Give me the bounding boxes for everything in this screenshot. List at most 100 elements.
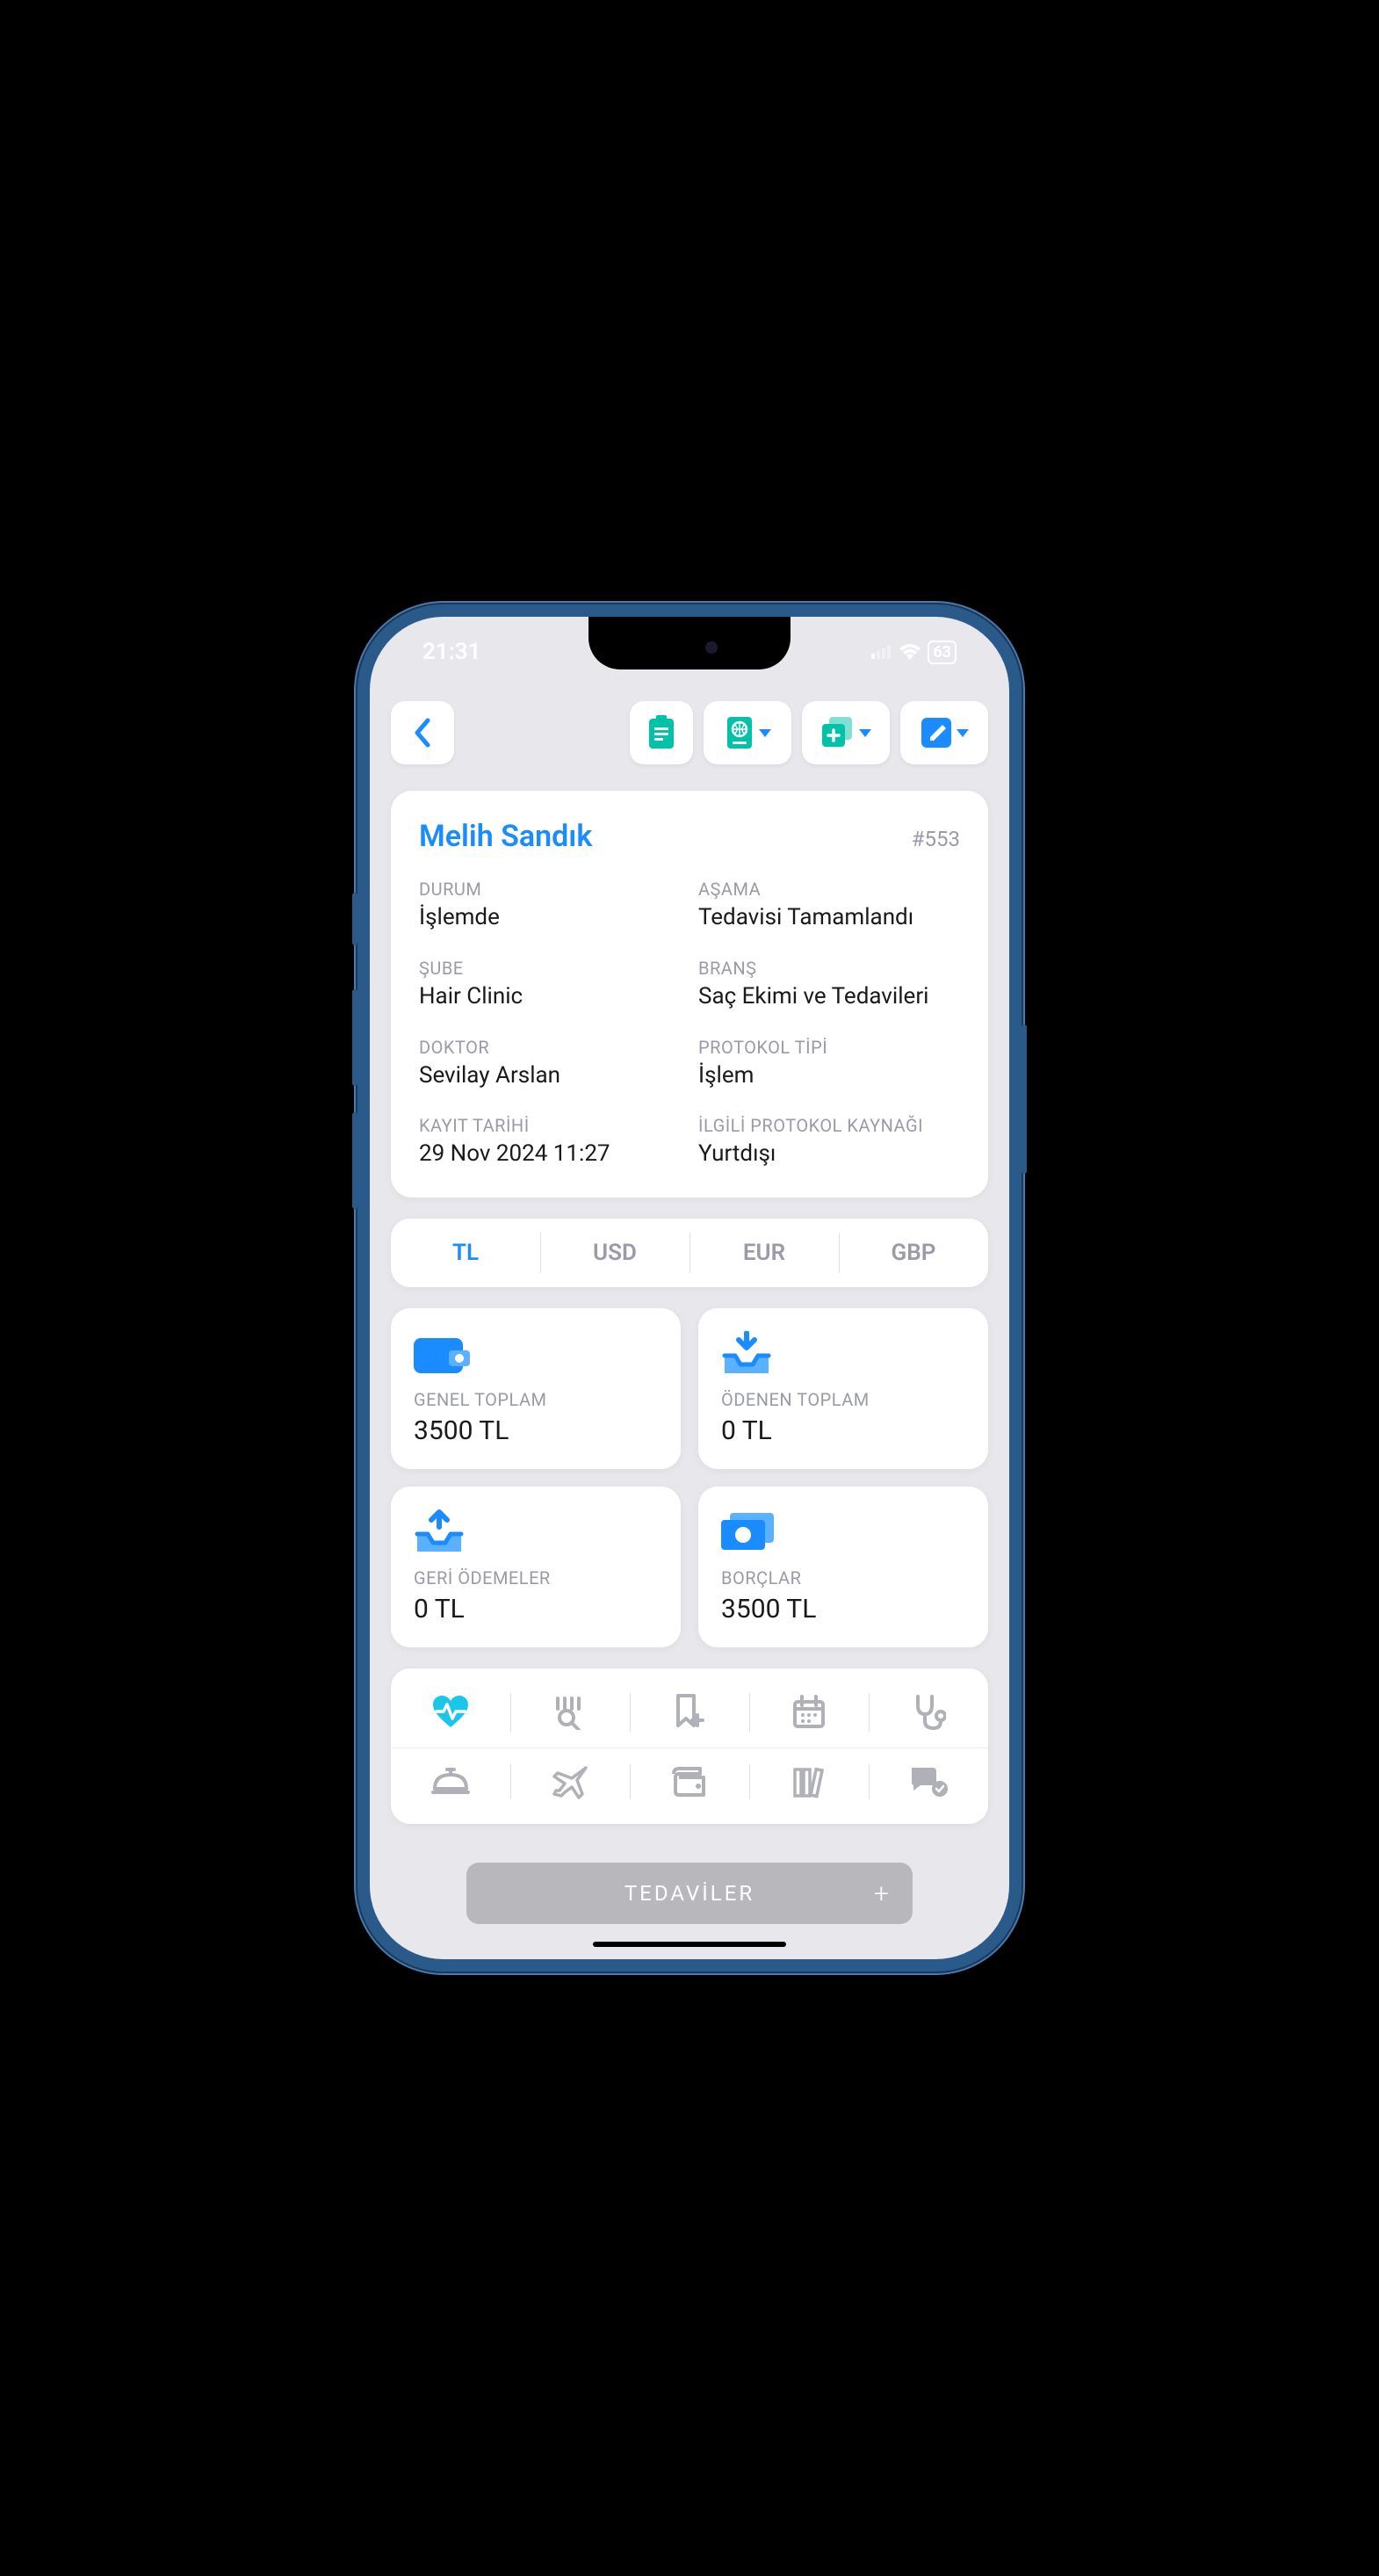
field-value: Yurtdışı (698, 1140, 960, 1169)
tab-eur[interactable]: EUR (690, 1226, 839, 1280)
tab-notes[interactable] (630, 1677, 749, 1747)
field-label: BRANŞ (698, 958, 960, 979)
add-dropdown[interactable] (802, 701, 890, 764)
books-icon (791, 1764, 827, 1799)
tab-usd[interactable]: USD (540, 1226, 690, 1280)
patient-card: Melih Sandık #553 DURUM İşlemde AŞAMA Te… (391, 791, 988, 1198)
status-right: 63 (871, 640, 957, 664)
chevron-left-icon (412, 717, 433, 749)
field-protokol: PROTOKOL TİPİ İşlem (698, 1037, 960, 1091)
add-button[interactable]: + (874, 1878, 892, 1909)
stat-borclar[interactable]: BORÇLAR 3500 TL (698, 1487, 988, 1647)
field-label: DOKTOR (419, 1037, 681, 1058)
field-kayit: KAYIT TARİHİ 29 Nov 2024 11:27 (419, 1115, 681, 1169)
stat-label: GENEL TOPLAM (414, 1389, 658, 1410)
chevron-down-icon (957, 729, 969, 737)
info-grid: DURUM İşlemde AŞAMA Tedavisi Tamamlandı … (419, 879, 960, 1169)
field-value: İşlemde (419, 903, 681, 933)
tab-calendar[interactable] (749, 1677, 869, 1747)
field-value: Hair Clinic (419, 982, 681, 1012)
field-value: 29 Nov 2024 11:27 (419, 1140, 681, 1169)
field-durum: DURUM İşlemde (419, 879, 681, 933)
inbox-in-icon (721, 1329, 965, 1377)
clipboard-button[interactable] (630, 701, 693, 764)
stat-label: ÖDENEN TOPLAM (721, 1389, 965, 1410)
field-label: İLGİLİ PROTOKOL KAYNAĞI (698, 1115, 960, 1136)
field-label: KAYIT TARİHİ (419, 1115, 681, 1136)
stat-label: GERİ ÖDEMELER (414, 1567, 658, 1588)
stat-label: BORÇLAR (721, 1567, 965, 1588)
wallet-icon (670, 1765, 709, 1798)
tab-messages[interactable] (869, 1748, 988, 1815)
bookmark-add-icon (673, 1694, 706, 1731)
cash-icon (721, 1508, 965, 1555)
phone-frame: 21:31 63 (356, 603, 1023, 1973)
app-content: Melih Sandık #553 DURUM İşlemde AŞAMA Te… (370, 687, 1009, 1959)
tab-treatments[interactable] (391, 1677, 510, 1747)
chevron-down-icon (859, 729, 871, 737)
field-asama: AŞAMA Tedavisi Tamamlandı (698, 879, 960, 933)
toolbar (391, 701, 988, 764)
status-time: 21:31 (422, 639, 481, 665)
field-value: Saç Ekimi ve Tedavileri (698, 982, 960, 1012)
notch (588, 617, 791, 669)
field-label: ŞUBE (419, 958, 681, 979)
edit-dropdown[interactable] (900, 701, 988, 764)
currency-tabs: TL USD EUR GBP (391, 1219, 988, 1287)
clipboard-icon (646, 715, 677, 750)
passport-dropdown[interactable] (704, 701, 791, 764)
stat-value: 3500 TL (721, 1594, 965, 1624)
tab-analysis[interactable] (510, 1677, 630, 1747)
wifi-icon (899, 644, 921, 660)
section-tabs (391, 1668, 988, 1824)
stat-grid: GENEL TOPLAM 3500 TL ÖDENEN TOPLAM 0 TL … (391, 1308, 988, 1647)
cellular-icon (871, 645, 892, 659)
wallet-icon (414, 1329, 658, 1377)
stat-genel-toplam[interactable]: GENEL TOPLAM 3500 TL (391, 1308, 681, 1469)
tab-documents[interactable] (749, 1748, 869, 1815)
home-indicator[interactable] (593, 1942, 786, 1947)
chevron-down-icon (759, 729, 771, 737)
heartbeat-icon (431, 1696, 470, 1729)
field-doktor: DOKTOR Sevilay Arslan (419, 1037, 681, 1091)
inbox-out-icon (414, 1508, 658, 1555)
tab-tl[interactable]: TL (391, 1226, 540, 1280)
silent-switch (352, 893, 357, 945)
tab-medical[interactable] (869, 1677, 988, 1747)
tab-gbp[interactable]: GBP (839, 1226, 988, 1280)
calendar-icon (791, 1695, 827, 1730)
volume-down (352, 1112, 357, 1209)
field-label: PROTOKOL TİPİ (698, 1037, 960, 1058)
stat-value: 0 TL (721, 1415, 965, 1446)
volume-up (352, 989, 357, 1086)
airplane-icon (551, 1764, 589, 1799)
battery-icon: 63 (928, 640, 957, 664)
tab-payments[interactable] (630, 1748, 749, 1815)
bottom-action-bar[interactable]: TEDAVİLER + (466, 1863, 913, 1924)
analysis-icon (552, 1695, 588, 1730)
chat-check-icon (908, 1764, 949, 1799)
patient-name[interactable]: Melih Sandık (419, 819, 592, 854)
tab-travel[interactable] (510, 1748, 630, 1815)
bottom-label: TEDAVİLER (625, 1881, 754, 1906)
passport-icon (724, 715, 755, 750)
field-label: DURUM (419, 879, 681, 900)
tab-service[interactable] (391, 1748, 510, 1815)
stat-value: 0 TL (414, 1594, 658, 1624)
service-bell-icon (431, 1766, 470, 1798)
stat-geri-odemeler[interactable]: GERİ ÖDEMELER 0 TL (391, 1487, 681, 1647)
field-sube: ŞUBE Hair Clinic (419, 958, 681, 1012)
field-brans: BRANŞ Saç Ekimi ve Tedavileri (698, 958, 960, 1012)
add-copy-icon (820, 715, 856, 750)
stat-odenen-toplam[interactable]: ÖDENEN TOPLAM 0 TL (698, 1308, 988, 1469)
field-value: Sevilay Arslan (419, 1061, 681, 1091)
field-value: İşlem (698, 1061, 960, 1091)
stethoscope-icon (911, 1693, 946, 1732)
field-value: Tedavisi Tamamlandı (698, 903, 960, 933)
stat-value: 3500 TL (414, 1415, 658, 1446)
back-button[interactable] (391, 701, 454, 764)
field-kaynak: İLGİLİ PROTOKOL KAYNAĞI Yurtdışı (698, 1115, 960, 1169)
edit-icon (920, 716, 953, 749)
field-label: AŞAMA (698, 879, 960, 900)
patient-id: #553 (912, 827, 960, 851)
